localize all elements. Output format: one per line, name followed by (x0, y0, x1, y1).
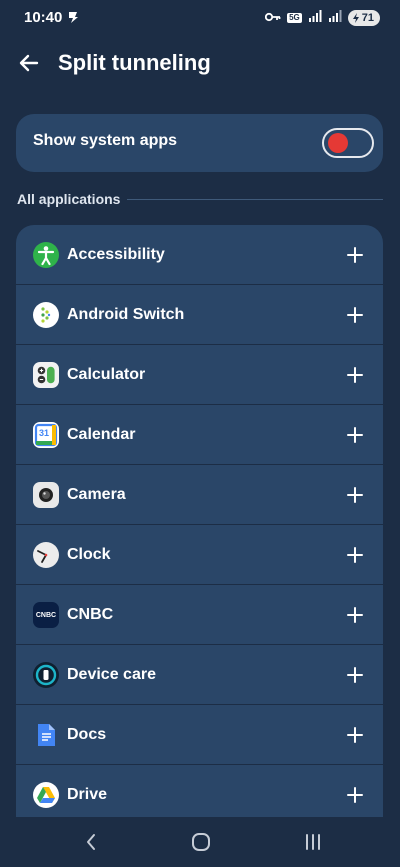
plus-icon (347, 367, 363, 383)
status-icons: 5G 71 (264, 9, 380, 27)
vpn-key-icon (264, 9, 281, 27)
app-row-accessibility[interactable]: Accessibility (16, 225, 383, 285)
app-row-docs[interactable]: Docs (16, 705, 383, 765)
app-name: Docs (67, 726, 107, 743)
add-drive-button[interactable] (339, 779, 371, 811)
section-header: All applications (17, 190, 383, 210)
notification-icon (66, 10, 80, 24)
plus-icon (347, 787, 363, 803)
plus-icon (347, 607, 363, 623)
docs-icon (33, 722, 59, 748)
add-camera-button[interactable] (339, 479, 371, 511)
recents-icon (306, 834, 320, 850)
cnbc-icon: CNBC (33, 602, 59, 628)
plus-icon (347, 307, 363, 323)
signal-icon-2 (328, 9, 342, 27)
plus-icon (347, 547, 363, 563)
status-bar: 10:40 5G 71 (0, 0, 400, 36)
calendar-day: 31 (39, 428, 50, 438)
app-row-clock[interactable]: Clock (16, 525, 383, 585)
add-accessibility-button[interactable] (339, 239, 371, 271)
status-time: 10:40 (24, 9, 63, 26)
plus-icon (347, 487, 363, 503)
system-nav-bar (0, 817, 400, 867)
calendar-icon: 31 (33, 422, 59, 448)
show-system-apps-toggle[interactable] (322, 128, 374, 158)
add-android-switch-button[interactable] (339, 299, 371, 331)
page-title: Split tunneling (58, 50, 211, 75)
app-header: Split tunneling (0, 40, 400, 86)
clock-icon (33, 542, 59, 568)
add-calculator-button[interactable] (339, 359, 371, 391)
app-name: Accessibility (67, 246, 165, 263)
app-row-drive[interactable]: Drive (16, 765, 383, 817)
accessibility-icon (33, 242, 59, 268)
app-row-device-care[interactable]: Device care (16, 645, 383, 705)
add-cnbc-button[interactable] (339, 599, 371, 631)
android-switch-icon (33, 302, 59, 328)
show-system-apps-label: Show system apps (33, 132, 178, 149)
calculator-icon (33, 362, 59, 388)
home-circle-icon (192, 833, 210, 851)
network-type-label: 5G (287, 13, 302, 23)
battery-level: 71 (361, 12, 374, 24)
app-name: Camera (67, 486, 126, 503)
app-name: Drive (67, 786, 108, 803)
nav-recents-button[interactable] (298, 829, 328, 855)
nav-back-button[interactable] (76, 829, 106, 855)
battery-indicator: 71 (347, 10, 380, 26)
nav-home-button[interactable] (186, 829, 216, 855)
plus-icon (347, 247, 363, 263)
app-name: Android Switch (67, 306, 185, 323)
app-name: Calculator (67, 366, 146, 383)
app-name: Calendar (67, 426, 136, 443)
add-device-care-button[interactable] (339, 659, 371, 691)
toggle-knob (328, 133, 348, 153)
cnbc-icon-text: CNBC (35, 611, 57, 619)
app-row-cnbc[interactable]: CNBC CNBC (16, 585, 383, 645)
add-calendar-button[interactable] (339, 419, 371, 451)
app-row-calendar[interactable]: 31 Calendar (16, 405, 383, 465)
chevron-left-icon (87, 834, 95, 850)
device-care-icon (33, 662, 59, 688)
show-system-apps-card: Show system apps (16, 114, 383, 172)
app-row-calculator[interactable]: Calculator (16, 345, 383, 405)
plus-icon (347, 427, 363, 443)
app-name: CNBC (67, 606, 114, 623)
drive-icon (33, 782, 59, 808)
app-row-android-switch[interactable]: Android Switch (16, 285, 383, 345)
back-arrow-icon (19, 54, 39, 72)
section-divider (127, 199, 383, 200)
add-docs-button[interactable] (339, 719, 371, 751)
back-button[interactable] (14, 48, 44, 78)
app-list: Accessibility Android Switch Calculator … (16, 225, 383, 817)
all-applications-label: All applications (17, 191, 121, 207)
plus-icon (347, 727, 363, 743)
app-name: Clock (67, 546, 111, 563)
plus-icon (347, 667, 363, 683)
signal-icon (308, 9, 322, 27)
app-name: Device care (67, 666, 156, 683)
camera-icon (33, 482, 59, 508)
add-clock-button[interactable] (339, 539, 371, 571)
app-row-camera[interactable]: Camera (16, 465, 383, 525)
